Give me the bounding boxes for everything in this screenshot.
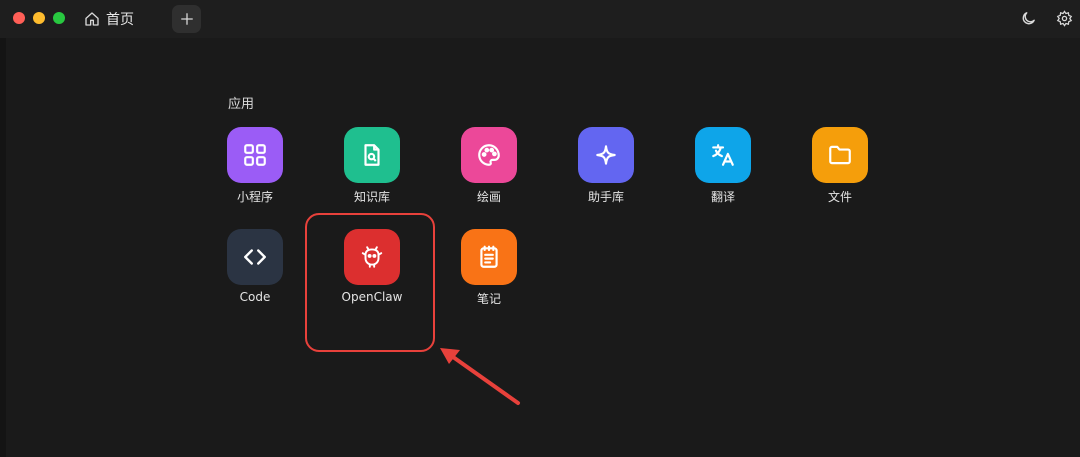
minimize-window-button[interactable] (33, 12, 45, 24)
app-label: 小程序 (236, 190, 273, 204)
app-icon-tile[interactable] (227, 229, 283, 285)
new-tab-button[interactable] (172, 5, 201, 33)
main-content (6, 38, 1080, 457)
title-bar: 首页 (0, 0, 1080, 38)
app-label: 知识库 (353, 190, 390, 204)
home-icon (85, 12, 99, 26)
notepad-icon (480, 245, 498, 268)
palette-icon (478, 144, 500, 166)
app-files[interactable]: 文件 (800, 127, 880, 205)
code-icon (244, 249, 266, 265)
app-label: 助手库 (587, 190, 624, 204)
maximize-window-button[interactable] (53, 12, 65, 24)
app-assistant-library[interactable]: 助手库 (566, 127, 646, 205)
app-translate[interactable]: 翻译 (683, 127, 763, 205)
annotation-arrow (440, 348, 520, 405)
gear-icon (1056, 10, 1073, 27)
app-label: Code (239, 290, 271, 304)
app-notes[interactable]: 笔记 (449, 229, 529, 307)
app-icon-tile[interactable] (812, 127, 868, 183)
plus-icon (180, 13, 193, 25)
grid-icon (244, 144, 266, 166)
app-icon-tile[interactable] (344, 127, 400, 183)
folder-icon (829, 145, 851, 165)
tab-home[interactable]: 首页 (84, 8, 134, 30)
settings-button[interactable] (1056, 10, 1073, 27)
app-knowledge-base[interactable]: 知识库 (332, 127, 412, 205)
app-label: 翻译 (710, 190, 735, 204)
close-window-button[interactable] (13, 12, 25, 24)
app-label: 文件 (827, 190, 852, 204)
moon-icon (1022, 12, 1035, 25)
app-icon-tile[interactable] (695, 127, 751, 183)
app-code[interactable]: Code (215, 229, 295, 304)
app-icon-tile[interactable] (461, 127, 517, 183)
app-icon-tile[interactable] (461, 229, 517, 285)
app-label: 绘画 (476, 190, 501, 204)
app-painting[interactable]: 绘画 (449, 127, 529, 205)
file-search-icon (364, 144, 380, 166)
app-mini-program[interactable]: 小程序 (215, 127, 295, 205)
sparkle-icon (596, 145, 616, 165)
app-icon-tile[interactable] (227, 127, 283, 183)
app-icon-tile[interactable] (578, 127, 634, 183)
app-label: 笔记 (476, 292, 501, 306)
theme-toggle-button[interactable] (1020, 10, 1037, 27)
translate-icon (712, 144, 734, 166)
tab-home-label: 首页 (106, 12, 134, 28)
section-title: 应用 (228, 97, 255, 112)
highlight-box (305, 213, 435, 352)
